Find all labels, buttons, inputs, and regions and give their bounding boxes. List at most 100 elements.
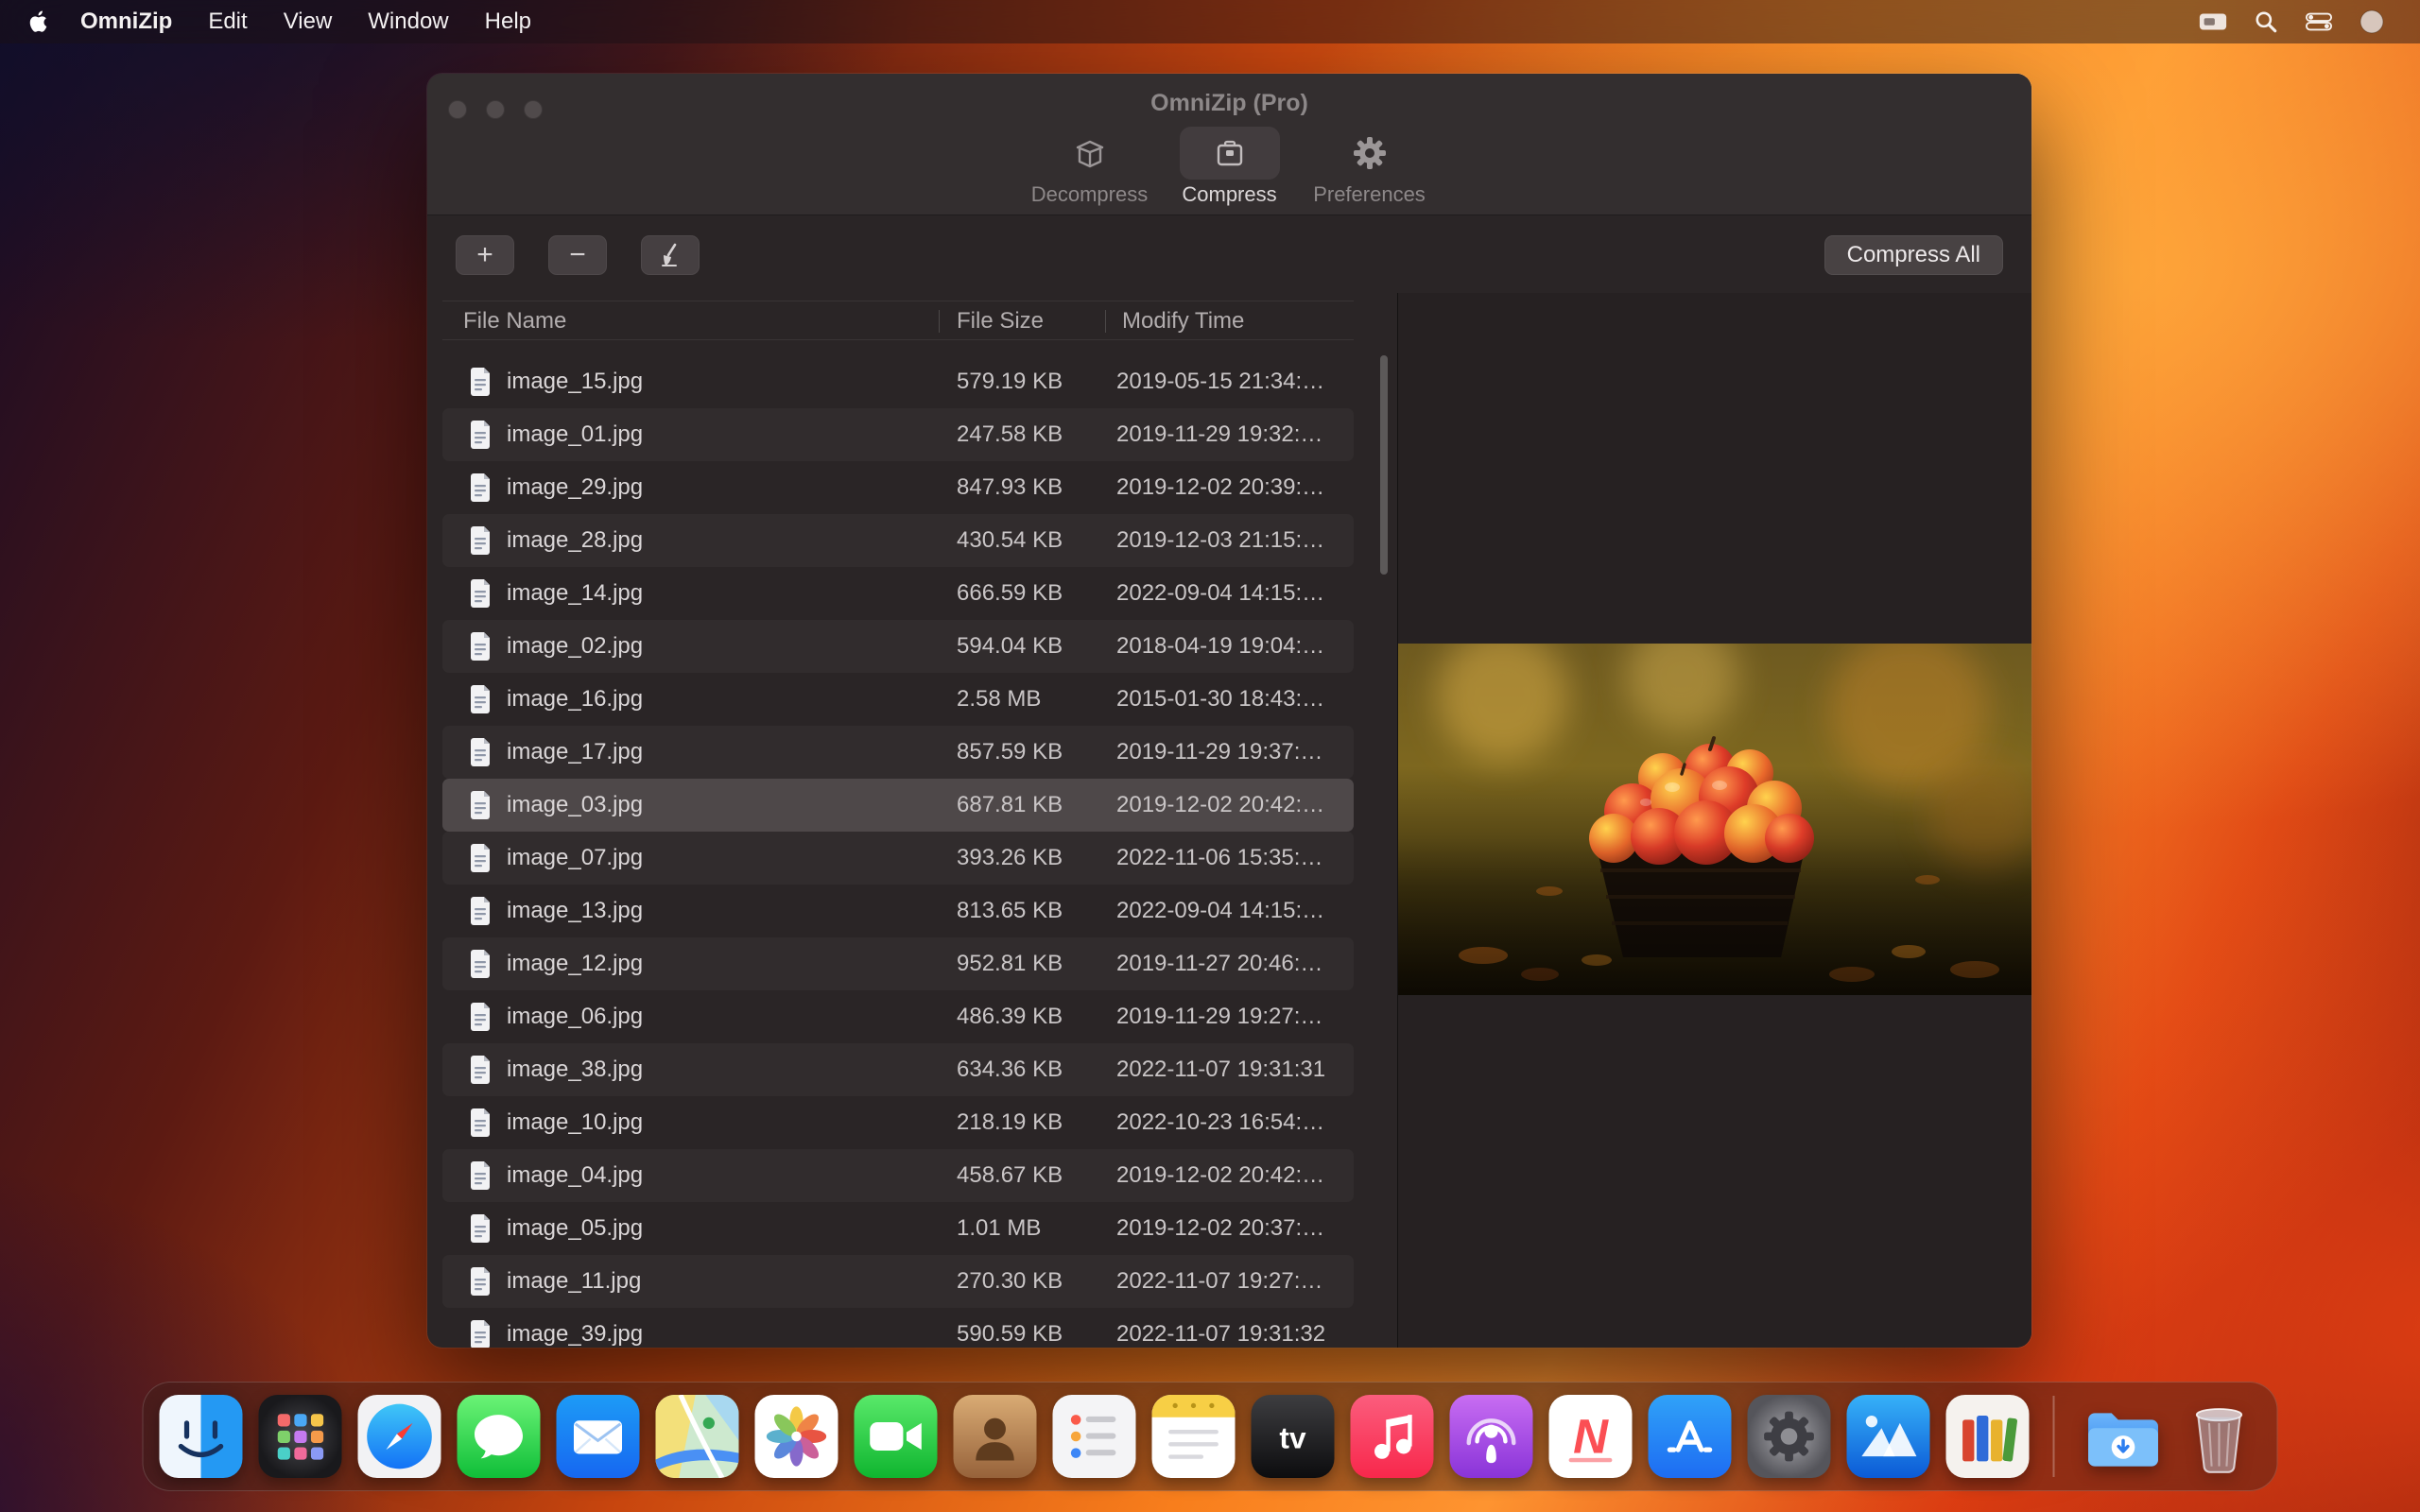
table-row[interactable]: image_16.jpg 2.58 MB 2015-01-30 18:43:… — [442, 673, 1354, 726]
clear-list-button[interactable] — [641, 235, 700, 275]
file-size: 666.59 KB — [957, 567, 1063, 620]
file-name: image_12.jpg — [507, 937, 643, 990]
dock-finder-icon[interactable] — [160, 1395, 243, 1478]
table-row[interactable]: image_28.jpg 430.54 KB 2019-12-03 21:15:… — [442, 514, 1354, 567]
keyboard-icon[interactable] — [2193, 0, 2233, 43]
dock-photos-icon[interactable] — [755, 1395, 838, 1478]
dock-launchpad-icon[interactable] — [259, 1395, 342, 1478]
column-header-file-size[interactable]: File Size — [957, 301, 1044, 341]
table-row[interactable]: image_07.jpg 393.26 KB 2022-11-06 15:35:… — [442, 832, 1354, 885]
dock-facetime-icon[interactable] — [855, 1395, 938, 1478]
menubar-item-view[interactable]: View — [266, 0, 351, 43]
table-row[interactable]: image_05.jpg 1.01 MB 2019-12-02 20:37:… — [442, 1202, 1354, 1255]
table-row[interactable]: image_10.jpg 218.19 KB 2022-10-23 16:54:… — [442, 1096, 1354, 1149]
dock-reminders-icon[interactable] — [1053, 1395, 1136, 1478]
apple-menu-icon[interactable] — [25, 8, 53, 36]
gear-icon — [1320, 127, 1420, 180]
table-row[interactable]: image_06.jpg 486.39 KB 2019-11-29 19:27:… — [442, 990, 1354, 1043]
preview-image — [1398, 644, 2031, 995]
status-circle-icon[interactable] — [2352, 0, 2392, 43]
tab-decompress-label: Decompress — [1031, 182, 1148, 207]
document-icon — [469, 950, 492, 978]
tab-preferences[interactable]: Preferences — [1304, 127, 1436, 207]
file-modify-time: 2022-10-23 16:54:… — [1116, 1096, 1324, 1149]
remove-file-button[interactable]: − — [548, 235, 607, 275]
menubar-item-help[interactable]: Help — [467, 0, 549, 43]
dock-settings-icon[interactable] — [1748, 1395, 1831, 1478]
control-center-icon[interactable] — [2299, 0, 2339, 43]
file-size: 590.59 KB — [957, 1308, 1063, 1348]
document-icon — [469, 1161, 492, 1190]
titlebar[interactable]: OmniZip (Pro) Decompress Compress — [427, 74, 2031, 215]
document-icon — [469, 1056, 492, 1084]
file-name: image_16.jpg — [507, 673, 643, 726]
dock-notes-icon[interactable] — [1152, 1395, 1236, 1478]
omnizip-window: OmniZip (Pro) Decompress Compress — [427, 74, 2031, 1348]
table-row[interactable]: image_11.jpg 270.30 KB 2022-11-07 19:27:… — [442, 1255, 1354, 1308]
file-modify-time: 2019-12-03 21:15:… — [1116, 514, 1324, 567]
column-header-modify-time[interactable]: Modify Time — [1122, 301, 1244, 341]
dock-trash-icon[interactable] — [2178, 1395, 2261, 1478]
file-name: image_03.jpg — [507, 779, 643, 832]
dock-tv-icon[interactable]: tv — [1252, 1395, 1335, 1478]
table-row[interactable]: image_17.jpg 857.59 KB 2019-11-29 19:37:… — [442, 726, 1354, 779]
table-row[interactable]: image_39.jpg 590.59 KB 2022-11-07 19:31:… — [442, 1308, 1354, 1348]
dock-contacts-icon[interactable] — [954, 1395, 1037, 1478]
file-size: 687.81 KB — [957, 779, 1063, 832]
document-icon — [469, 897, 492, 925]
document-icon — [469, 1267, 492, 1296]
menubar-app-name[interactable]: OmniZip — [62, 0, 190, 43]
file-modify-time: 2019-12-02 20:42:… — [1116, 1149, 1324, 1202]
dock-news-icon[interactable]: N — [1549, 1395, 1633, 1478]
file-size: 393.26 KB — [957, 832, 1063, 885]
file-modify-time: 2022-09-04 14:15:… — [1116, 567, 1324, 620]
table-row[interactable]: image_04.jpg 458.67 KB 2019-12-02 20:42:… — [442, 1149, 1354, 1202]
menubar-status-icons — [2193, 0, 2420, 43]
tab-decompress[interactable]: Decompress — [1024, 127, 1156, 207]
file-size: 813.65 KB — [957, 885, 1063, 937]
file-list-pane: File Name File Size Modify Time image_15… — [427, 293, 1397, 1348]
file-name: image_06.jpg — [507, 990, 643, 1043]
scrollbar-track[interactable] — [1380, 355, 1388, 1338]
file-name: image_05.jpg — [507, 1202, 643, 1255]
tab-compress[interactable]: Compress — [1164, 127, 1296, 207]
menubar: OmniZip Edit View Window Help — [0, 0, 2420, 43]
table-row[interactable]: image_12.jpg 952.81 KB 2019-11-27 20:46:… — [442, 937, 1354, 990]
dock-preview-icon[interactable] — [1847, 1395, 1930, 1478]
dock-omnizip-icon[interactable] — [1946, 1395, 2030, 1478]
dock-safari-icon[interactable] — [358, 1395, 441, 1478]
table-row[interactable]: image_15.jpg 579.19 KB 2019-05-15 21:34:… — [442, 355, 1354, 408]
file-modify-time: 2022-11-06 15:35:… — [1116, 832, 1322, 885]
table-row[interactable]: image_14.jpg 666.59 KB 2022-09-04 14:15:… — [442, 567, 1354, 620]
file-name: image_02.jpg — [507, 620, 643, 673]
table-row[interactable]: image_01.jpg 247.58 KB 2019-11-29 19:32:… — [442, 408, 1354, 461]
menubar-item-edit[interactable]: Edit — [190, 0, 265, 43]
file-modify-time: 2022-11-07 19:31:32 — [1116, 1308, 1325, 1348]
table-row[interactable]: image_38.jpg 634.36 KB 2022-11-07 19:31:… — [442, 1043, 1354, 1096]
svg-text:N: N — [1573, 1410, 1609, 1464]
dock-podcasts-icon[interactable] — [1450, 1395, 1533, 1478]
file-size: 458.67 KB — [957, 1149, 1063, 1202]
dock-music-icon[interactable] — [1351, 1395, 1434, 1478]
dock-mail-icon[interactable] — [557, 1395, 640, 1478]
dock-downloads-icon[interactable] — [2079, 1395, 2162, 1478]
table-row[interactable]: image_02.jpg 594.04 KB 2018-04-19 19:04:… — [442, 620, 1354, 673]
spotlight-search-icon[interactable] — [2246, 0, 2286, 43]
menubar-item-window[interactable]: Window — [350, 0, 466, 43]
table-row[interactable]: image_13.jpg 813.65 KB 2022-09-04 14:15:… — [442, 885, 1354, 937]
file-name: image_11.jpg — [507, 1255, 641, 1308]
column-divider[interactable] — [939, 310, 940, 333]
table-row[interactable]: image_29.jpg 847.93 KB 2019-12-02 20:39:… — [442, 461, 1354, 514]
column-divider[interactable] — [1105, 310, 1106, 333]
preview-pane — [1397, 293, 2031, 1348]
add-file-button[interactable]: + — [456, 235, 514, 275]
compress-all-button[interactable]: Compress All — [1824, 235, 2003, 275]
dock-maps-icon[interactable] — [656, 1395, 739, 1478]
scrollbar-thumb[interactable] — [1380, 355, 1388, 575]
file-modify-time: 2022-11-07 19:31:31 — [1116, 1043, 1325, 1096]
dock-messages-icon[interactable] — [458, 1395, 541, 1478]
dock-appstore-icon[interactable] — [1649, 1395, 1732, 1478]
file-modify-time: 2019-11-27 20:46:… — [1116, 937, 1322, 990]
table-row[interactable]: image_03.jpg 687.81 KB 2019-12-02 20:42:… — [442, 779, 1354, 832]
column-header-file-name[interactable]: File Name — [463, 301, 566, 341]
